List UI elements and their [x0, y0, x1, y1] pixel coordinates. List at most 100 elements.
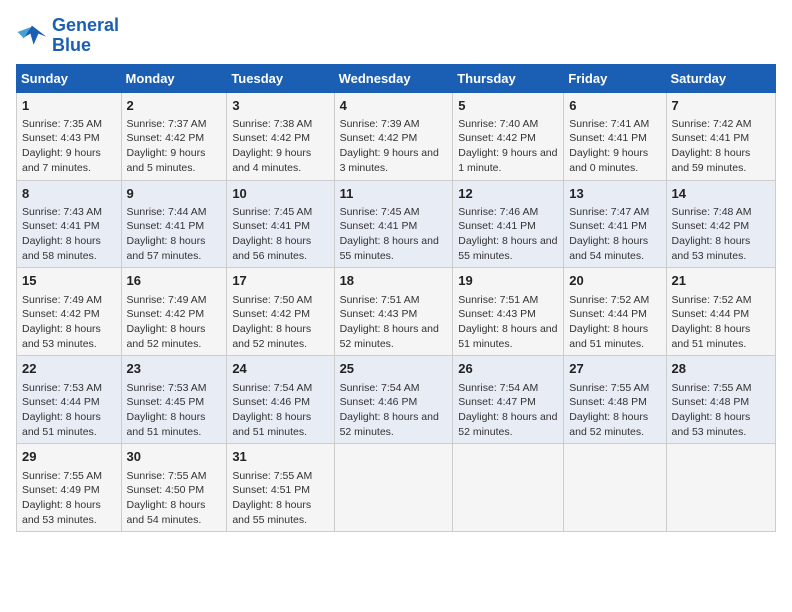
- day-info: Sunrise: 7:55 AM Sunset: 4:50 PM Dayligh…: [127, 470, 207, 526]
- day-info: Sunrise: 7:52 AM Sunset: 4:44 PM Dayligh…: [569, 294, 649, 350]
- day-info: Sunrise: 7:52 AM Sunset: 4:44 PM Dayligh…: [672, 294, 752, 350]
- calendar-cell: 10 Sunrise: 7:45 AM Sunset: 4:41 PM Dayli…: [227, 180, 334, 268]
- calendar-cell: 25 Sunrise: 7:54 AM Sunset: 4:46 PM Dayli…: [334, 356, 453, 444]
- day-number: 20: [569, 272, 660, 290]
- calendar-cell: 15 Sunrise: 7:49 AM Sunset: 4:42 PM Dayli…: [17, 268, 122, 356]
- day-info: Sunrise: 7:54 AM Sunset: 4:46 PM Dayligh…: [340, 382, 439, 438]
- day-number: 9: [127, 185, 222, 203]
- day-number: 19: [458, 272, 558, 290]
- day-number: 5: [458, 97, 558, 115]
- calendar-cell: 2 Sunrise: 7:37 AM Sunset: 4:42 PM Daylig…: [121, 92, 227, 180]
- day-info: Sunrise: 7:49 AM Sunset: 4:42 PM Dayligh…: [22, 294, 102, 350]
- logo-icon: [16, 22, 48, 50]
- day-info: Sunrise: 7:55 AM Sunset: 4:48 PM Dayligh…: [569, 382, 649, 438]
- day-info: Sunrise: 7:44 AM Sunset: 4:41 PM Dayligh…: [127, 206, 207, 262]
- calendar-cell: 7 Sunrise: 7:42 AM Sunset: 4:41 PM Daylig…: [666, 92, 775, 180]
- day-info: Sunrise: 7:51 AM Sunset: 4:43 PM Dayligh…: [340, 294, 439, 350]
- calendar-cell: [666, 444, 775, 532]
- calendar-cell: 27 Sunrise: 7:55 AM Sunset: 4:48 PM Dayli…: [564, 356, 666, 444]
- day-number: 22: [22, 360, 116, 378]
- calendar-week-1: 1 Sunrise: 7:35 AM Sunset: 4:43 PM Daylig…: [17, 92, 776, 180]
- day-info: Sunrise: 7:45 AM Sunset: 4:41 PM Dayligh…: [232, 206, 312, 262]
- day-number: 10: [232, 185, 328, 203]
- day-number: 17: [232, 272, 328, 290]
- calendar-cell: [564, 444, 666, 532]
- page-header: General Blue: [16, 16, 776, 56]
- day-number: 16: [127, 272, 222, 290]
- calendar-cell: 4 Sunrise: 7:39 AM Sunset: 4:42 PM Daylig…: [334, 92, 453, 180]
- day-number: 4: [340, 97, 448, 115]
- calendar-cell: 12Sunrise: 7:46 AM Sunset: 4:41 PM Dayli…: [453, 180, 564, 268]
- day-number: 11: [340, 185, 448, 203]
- calendar-cell: 19 Sunrise: 7:51 AM Sunset: 4:43 PM Dayli…: [453, 268, 564, 356]
- day-number: 21: [672, 272, 770, 290]
- day-info: Sunrise: 7:50 AM Sunset: 4:42 PM Dayligh…: [232, 294, 312, 350]
- calendar-cell: 30 Sunrise: 7:55 AM Sunset: 4:50 PM Dayli…: [121, 444, 227, 532]
- logo-text: General Blue: [52, 16, 119, 56]
- day-number: 7: [672, 97, 770, 115]
- calendar-week-5: 29 Sunrise: 7:55 AM Sunset: 4:49 PM Dayli…: [17, 444, 776, 532]
- day-number: 29: [22, 448, 116, 466]
- calendar-cell: 6Sunrise: 7:41 AM Sunset: 4:41 PM Daylig…: [564, 92, 666, 180]
- calendar-week-3: 15 Sunrise: 7:49 AM Sunset: 4:42 PM Dayli…: [17, 268, 776, 356]
- day-info: Sunrise: 7:49 AM Sunset: 4:42 PM Dayligh…: [127, 294, 207, 350]
- day-number: 27: [569, 360, 660, 378]
- calendar-cell: 3 Sunrise: 7:38 AM Sunset: 4:42 PM Daylig…: [227, 92, 334, 180]
- day-info: Sunrise: 7:45 AM Sunset: 4:41 PM Dayligh…: [340, 206, 439, 262]
- day-number: 14: [672, 185, 770, 203]
- calendar-cell: 5 Sunrise: 7:40 AM Sunset: 4:42 PM Daylig…: [453, 92, 564, 180]
- day-number: 8: [22, 185, 116, 203]
- calendar-cell: 8 Sunrise: 7:43 AM Sunset: 4:41 PM Daylig…: [17, 180, 122, 268]
- column-header-friday: Friday: [564, 64, 666, 92]
- day-info: Sunrise: 7:54 AM Sunset: 4:46 PM Dayligh…: [232, 382, 312, 438]
- day-number: 25: [340, 360, 448, 378]
- day-number: 15: [22, 272, 116, 290]
- calendar-header: SundayMondayTuesdayWednesdayThursdayFrid…: [17, 64, 776, 92]
- day-number: 3: [232, 97, 328, 115]
- day-info: Sunrise: 7:43 AM Sunset: 4:41 PM Dayligh…: [22, 206, 102, 262]
- day-info: Sunrise: 7:55 AM Sunset: 4:51 PM Dayligh…: [232, 470, 312, 526]
- calendar-cell: [334, 444, 453, 532]
- day-info: Sunrise: 7:54 AM Sunset: 4:47 PM Dayligh…: [458, 382, 557, 438]
- column-header-monday: Monday: [121, 64, 227, 92]
- calendar-cell: 17 Sunrise: 7:50 AM Sunset: 4:42 PM Dayli…: [227, 268, 334, 356]
- day-info: Sunrise: 7:40 AM Sunset: 4:42 PM Dayligh…: [458, 118, 557, 174]
- calendar-cell: 14 Sunrise: 7:48 AM Sunset: 4:42 PM Dayli…: [666, 180, 775, 268]
- calendar-cell: 11 Sunrise: 7:45 AM Sunset: 4:41 PM Dayli…: [334, 180, 453, 268]
- day-number: 24: [232, 360, 328, 378]
- calendar-cell: 28Sunrise: 7:55 AM Sunset: 4:48 PM Dayli…: [666, 356, 775, 444]
- day-info: Sunrise: 7:53 AM Sunset: 4:45 PM Dayligh…: [127, 382, 207, 438]
- day-info: Sunrise: 7:55 AM Sunset: 4:49 PM Dayligh…: [22, 470, 102, 526]
- day-info: Sunrise: 7:39 AM Sunset: 4:42 PM Dayligh…: [340, 118, 439, 174]
- calendar-cell: 26 Sunrise: 7:54 AM Sunset: 4:47 PM Dayli…: [453, 356, 564, 444]
- day-info: Sunrise: 7:42 AM Sunset: 4:41 PM Dayligh…: [672, 118, 752, 174]
- day-info: Sunrise: 7:51 AM Sunset: 4:43 PM Dayligh…: [458, 294, 557, 350]
- calendar-cell: 18 Sunrise: 7:51 AM Sunset: 4:43 PM Dayli…: [334, 268, 453, 356]
- day-info: Sunrise: 7:53 AM Sunset: 4:44 PM Dayligh…: [22, 382, 102, 438]
- column-header-saturday: Saturday: [666, 64, 775, 92]
- day-info: Sunrise: 7:55 AM Sunset: 4:48 PM Dayligh…: [672, 382, 752, 438]
- day-number: 1: [22, 97, 116, 115]
- column-header-sunday: Sunday: [17, 64, 122, 92]
- calendar-cell: 9 Sunrise: 7:44 AM Sunset: 4:41 PM Daylig…: [121, 180, 227, 268]
- calendar-cell: 31 Sunrise: 7:55 AM Sunset: 4:51 PM Dayli…: [227, 444, 334, 532]
- calendar-table: SundayMondayTuesdayWednesdayThursdayFrid…: [16, 64, 776, 533]
- calendar-cell: 24 Sunrise: 7:54 AM Sunset: 4:46 PM Dayli…: [227, 356, 334, 444]
- day-number: 26: [458, 360, 558, 378]
- day-info: Sunrise: 7:47 AM Sunset: 4:41 PM Dayligh…: [569, 206, 649, 262]
- day-info: Sunrise: 7:46 AM Sunset: 4:41 PM Dayligh…: [458, 206, 557, 262]
- day-info: Sunrise: 7:48 AM Sunset: 4:42 PM Dayligh…: [672, 206, 752, 262]
- calendar-cell: [453, 444, 564, 532]
- day-info: Sunrise: 7:35 AM Sunset: 4:43 PM Dayligh…: [22, 118, 102, 174]
- day-info: Sunrise: 7:38 AM Sunset: 4:42 PM Dayligh…: [232, 118, 312, 174]
- calendar-week-2: 8 Sunrise: 7:43 AM Sunset: 4:41 PM Daylig…: [17, 180, 776, 268]
- calendar-week-4: 22 Sunrise: 7:53 AM Sunset: 4:44 PM Dayli…: [17, 356, 776, 444]
- calendar-cell: 23Sunrise: 7:53 AM Sunset: 4:45 PM Dayli…: [121, 356, 227, 444]
- column-header-tuesday: Tuesday: [227, 64, 334, 92]
- day-info: Sunrise: 7:37 AM Sunset: 4:42 PM Dayligh…: [127, 118, 207, 174]
- day-number: 18: [340, 272, 448, 290]
- day-number: 30: [127, 448, 222, 466]
- calendar-cell: 21 Sunrise: 7:52 AM Sunset: 4:44 PM Dayli…: [666, 268, 775, 356]
- day-number: 2: [127, 97, 222, 115]
- day-number: 31: [232, 448, 328, 466]
